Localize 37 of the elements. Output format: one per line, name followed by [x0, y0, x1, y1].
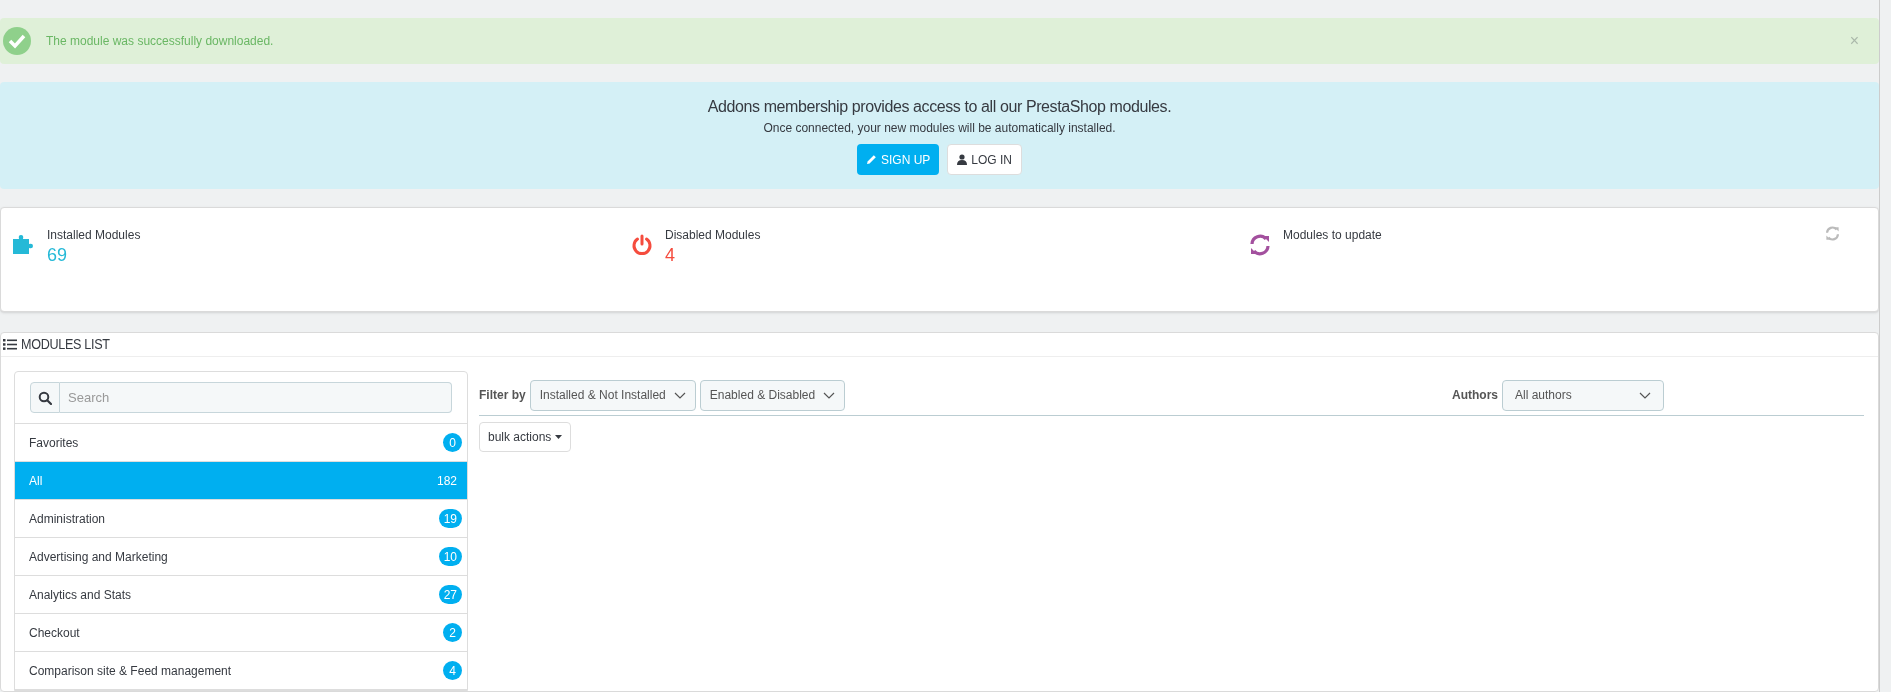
- chevron-down-icon: [1639, 391, 1651, 399]
- refresh-icon[interactable]: [1825, 226, 1840, 241]
- alert-message: The module was successfully downloaded.: [46, 33, 275, 50]
- category-count: 27: [438, 585, 462, 604]
- category-count: 182: [435, 472, 458, 490]
- refresh-icon: [1249, 234, 1271, 256]
- stat-value: 69: [47, 244, 69, 267]
- pencil-icon: [866, 154, 877, 165]
- search-field[interactable]: Search: [60, 382, 452, 413]
- category-count: 2: [443, 623, 462, 642]
- authors-label: Authors: [1452, 387, 1498, 404]
- stat-value: 4: [665, 244, 676, 267]
- category-count: 19: [438, 509, 462, 528]
- authors-dropdown[interactable]: All authors: [1502, 379, 1664, 411]
- chevron-down-icon: [673, 391, 686, 399]
- chevron-down-icon: [823, 391, 836, 399]
- banner-title: Addons membership provides access to all our PrestaShop modules.: [707, 97, 1172, 117]
- log-in-button[interactable]: LOG IN: [947, 144, 1022, 175]
- puzzle-piece-icon: [13, 234, 35, 254]
- search-icon: [38, 390, 52, 405]
- stat-label: Disabled Modules: [665, 227, 761, 244]
- panel-title: MODULES LIST: [21, 335, 110, 354]
- list-icon: [3, 339, 17, 350]
- filter-dropdown[interactable]: Installed & Not Installed: [529, 379, 696, 411]
- caret-down-icon: [555, 435, 563, 439]
- power-icon: [631, 234, 653, 256]
- stat-label: Installed Modules: [47, 227, 141, 244]
- banner-subtitle: Once connected, your new modules will be automatically installed.: [763, 120, 1116, 137]
- user-icon: [957, 154, 968, 165]
- bulk-actions-button[interactable]: bulk actions: [479, 422, 572, 452]
- category-count: 4: [443, 661, 462, 680]
- filter-dropdown[interactable]: Enabled & Disabled: [699, 379, 846, 411]
- check-circle-icon: [2, 26, 32, 56]
- filter-label: Filter by: [479, 387, 526, 404]
- category-count: 10: [438, 547, 462, 566]
- category-count: 0: [443, 433, 462, 452]
- stat-label: Modules to update: [1283, 227, 1382, 244]
